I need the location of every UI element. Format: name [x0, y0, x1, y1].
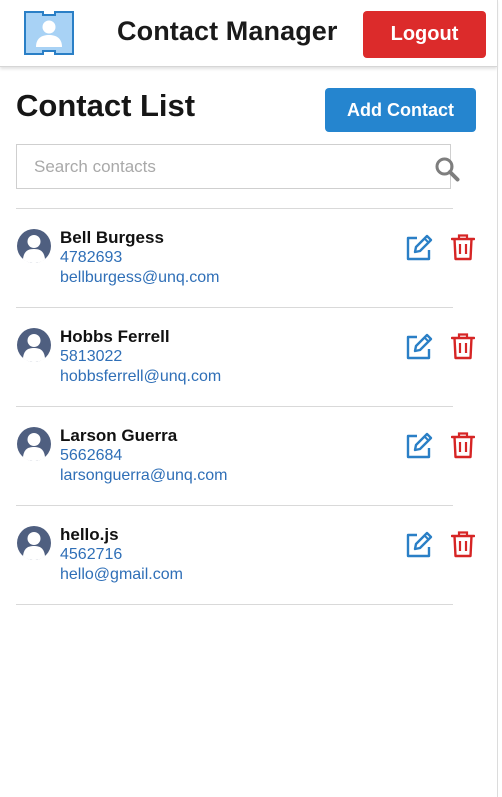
user-avatar-icon [17, 526, 51, 560]
page-title: Contact List [16, 88, 196, 123]
edit-icon[interactable] [404, 332, 434, 362]
app-header: Contact Manager Logout [0, 0, 497, 67]
contact-card-icon[interactable] [24, 11, 74, 55]
edit-icon[interactable] [404, 530, 434, 560]
contact-phone[interactable]: 4562716 [60, 546, 122, 564]
app-title: Contact Manager [117, 16, 338, 46]
trash-icon[interactable] [451, 530, 475, 558]
contact-phone[interactable]: 5662684 [60, 447, 122, 465]
contact-list: Bell Burgess 4782693 bellburgess@unq.com… [16, 208, 475, 605]
contact-name: Bell Burgess [60, 228, 164, 247]
search-icon[interactable] [434, 156, 460, 182]
contact-row: Hobbs Ferrell 5813022 hobbsferrell@unq.c… [16, 307, 475, 406]
contact-phone[interactable]: 4782693 [60, 249, 122, 267]
contact-email[interactable]: bellburgess@unq.com [60, 269, 219, 287]
user-avatar-icon [17, 328, 51, 362]
trash-icon[interactable] [451, 431, 475, 459]
add-contact-button[interactable]: Add Contact [325, 88, 476, 132]
user-avatar-icon [17, 427, 51, 461]
contact-email[interactable]: hobbsferrell@unq.com [60, 368, 221, 386]
contact-phone[interactable]: 5813022 [60, 348, 122, 366]
user-avatar-icon [17, 229, 51, 263]
contact-row: hello.js 4562716 hello@gmail.com [16, 505, 475, 605]
trash-icon[interactable] [451, 233, 475, 261]
contact-row: Bell Burgess 4782693 bellburgess@unq.com [16, 208, 475, 307]
trash-icon[interactable] [451, 332, 475, 360]
edit-icon[interactable] [404, 233, 434, 263]
contact-name: hello.js [60, 525, 119, 544]
contact-name: Hobbs Ferrell [60, 327, 170, 346]
contact-row: Larson Guerra 5662684 larsonguerra@unq.c… [16, 406, 475, 505]
contact-email[interactable]: larsonguerra@unq.com [60, 467, 227, 485]
contact-name: Larson Guerra [60, 426, 178, 445]
search-input[interactable] [17, 145, 417, 188]
contact-email[interactable]: hello@gmail.com [60, 566, 183, 584]
edit-icon[interactable] [404, 431, 434, 461]
search-bar [16, 144, 460, 189]
page-edge-rule [497, 0, 498, 797]
logout-button[interactable]: Logout [363, 11, 486, 58]
